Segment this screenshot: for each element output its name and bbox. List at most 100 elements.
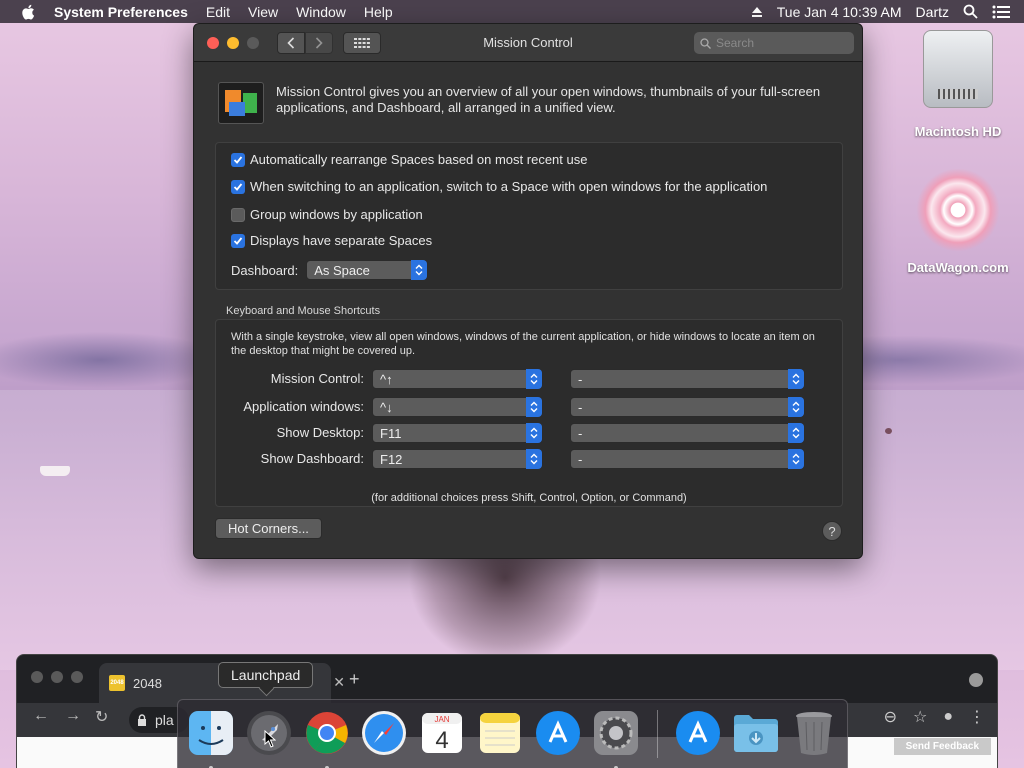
shortcut-key-popup[interactable]: ^↑ <box>372 369 543 389</box>
shortcut-label: Mission Control: <box>270 371 364 386</box>
dock-downloads[interactable] <box>731 708 781 758</box>
desktop-wallpaper-reflection <box>375 558 635 668</box>
option-separate-spaces[interactable]: Displays have separate Spaces <box>231 233 432 248</box>
menu-clock[interactable]: Tue Jan 4 10:39 AM <box>777 4 902 20</box>
dashboard-value: As Space <box>314 262 370 278</box>
option-switch-space[interactable]: When switching to an application, switch… <box>231 179 767 194</box>
shortcut-key-value: ^↓ <box>380 399 393 415</box>
option-group-windows[interactable]: Group windows by application <box>231 207 423 222</box>
reload-icon[interactable]: ↻ <box>95 707 108 727</box>
dock-tooltip: Launchpad <box>218 662 314 688</box>
dock-separator <box>656 710 658 758</box>
dock-app-store-folder[interactable] <box>674 708 724 758</box>
menu-window[interactable]: Window <box>296 4 346 20</box>
desktop-icon-label: Macintosh HD <box>914 124 1002 139</box>
forward-button[interactable] <box>305 31 333 54</box>
dock-chrome[interactable] <box>302 708 352 768</box>
shortcut-mouse-value: - <box>578 399 583 415</box>
hot-corners-button[interactable]: Hot Corners... <box>215 518 322 539</box>
shortcut-mouse-value: - <box>578 451 583 467</box>
shortcut-key-popup[interactable]: F12 <box>372 449 543 469</box>
zoom-icon[interactable]: ⊖ <box>884 707 897 727</box>
options-group: Automatically rearrange Spaces based on … <box>215 142 843 290</box>
updown-arrows-icon <box>526 423 542 443</box>
dock-calendar[interactable]: JAN 4 <box>417 708 467 758</box>
downloads-folder-icon <box>734 715 779 752</box>
desktop-wallpaper-buoy <box>885 428 892 434</box>
checkmark-icon <box>233 155 243 164</box>
dock-launchpad[interactable] <box>244 708 294 758</box>
dock-finder[interactable] <box>186 708 236 768</box>
menu-user[interactable]: Dartz <box>916 4 949 20</box>
forward-arrow-icon[interactable]: → <box>65 707 81 725</box>
shortcut-mouse-popup[interactable]: - <box>570 397 805 417</box>
browser-toolbar-right: ⊖ ☆ ● ⋮ <box>884 707 985 727</box>
close-tab-icon[interactable]: ✕ <box>333 674 345 691</box>
chrome-icon <box>305 712 348 754</box>
tab-search-icon[interactable] <box>969 673 983 687</box>
chevron-left-icon <box>287 36 295 49</box>
checkbox-checked[interactable] <box>231 152 245 167</box>
checkbox-unchecked[interactable] <box>231 207 245 222</box>
kb-description: With a single keystroke, view all open w… <box>231 331 815 357</box>
eject-icon[interactable] <box>751 6 763 18</box>
favicon-2048-icon: 2048 <box>109 675 125 691</box>
search-input[interactable] <box>716 36 836 50</box>
checkbox-checked[interactable] <box>231 179 245 194</box>
kb-hint: (for additional choices press Shift, Con… <box>371 492 687 504</box>
window-titlebar[interactable]: Mission Control <box>194 24 862 62</box>
back-button[interactable] <box>277 31 305 54</box>
safari-compass-icon <box>362 711 407 755</box>
shortcut-row-show-dashboard: Show Dashboard: F12 - <box>216 449 842 469</box>
desktop-icon-datawagon[interactable]: DataWagon.com <box>903 168 1013 275</box>
shortcut-row-mission-control: Mission Control: ^↑ - <box>216 369 842 389</box>
menu-edit[interactable]: Edit <box>206 4 230 20</box>
close-window-button[interactable] <box>31 671 43 683</box>
zoom-window-button[interactable] <box>71 671 83 683</box>
option-label: Group windows by application <box>250 207 423 222</box>
desktop-icon-macintosh-hd[interactable]: Macintosh HD <box>903 30 1013 139</box>
minimize-window-button[interactable] <box>227 36 239 49</box>
show-all-button[interactable] <box>343 31 381 54</box>
mission-control-window: Mission Control Mission Control gives yo… <box>193 23 863 559</box>
send-feedback-button[interactable]: Send Feedback <box>893 738 991 755</box>
bookmark-star-icon[interactable]: ☆ <box>913 707 927 727</box>
menu-bar: System Preferences Edit View Window Help… <box>0 0 1024 23</box>
spotlight-search-icon[interactable] <box>963 4 978 19</box>
shortcut-key-popup[interactable]: ^↓ <box>372 397 543 417</box>
dock-notes[interactable] <box>475 708 525 758</box>
checkmark-icon <box>233 236 243 245</box>
dashboard-popup[interactable]: As Space <box>306 260 429 280</box>
dock-trash[interactable] <box>789 708 839 758</box>
help-button[interactable]: ? <box>822 521 842 541</box>
zoom-window-button[interactable] <box>247 36 259 49</box>
shortcut-mouse-popup[interactable]: - <box>570 369 805 389</box>
updown-arrows-icon <box>788 369 804 389</box>
dock-system-preferences[interactable] <box>591 708 641 768</box>
shortcut-mouse-popup[interactable]: - <box>570 449 805 469</box>
option-auto-rearrange[interactable]: Automatically rearrange Spaces based on … <box>231 152 587 167</box>
checkbox-checked[interactable] <box>231 233 245 248</box>
tab-title: 2048 <box>133 675 162 691</box>
dock-app-store[interactable] <box>533 708 583 758</box>
grid-icon <box>354 37 370 48</box>
menu-help[interactable]: Help <box>364 4 393 20</box>
back-arrow-icon[interactable]: ← <box>33 707 49 725</box>
shortcut-row-application-windows: Application windows: ^↓ - <box>216 397 842 417</box>
menu-app-name[interactable]: System Preferences <box>54 4 188 20</box>
gear-icon <box>593 711 638 755</box>
profile-icon[interactable]: ● <box>943 708 953 726</box>
menu-view[interactable]: View <box>248 4 278 20</box>
apple-icon[interactable] <box>20 3 38 21</box>
minimize-window-button[interactable] <box>51 671 63 683</box>
notification-center-icon[interactable] <box>992 5 1010 19</box>
shortcut-label: Show Desktop: <box>276 425 364 440</box>
new-tab-icon[interactable]: + <box>349 669 360 690</box>
close-window-button[interactable] <box>207 36 219 49</box>
more-menu-icon[interactable]: ⋮ <box>969 707 985 727</box>
shortcut-key-popup[interactable]: F11 <box>372 423 543 443</box>
search-field[interactable] <box>694 32 854 54</box>
dock-safari[interactable] <box>359 708 409 758</box>
shortcut-mouse-popup[interactable]: - <box>570 423 805 443</box>
shortcut-label: Application windows: <box>243 399 364 414</box>
